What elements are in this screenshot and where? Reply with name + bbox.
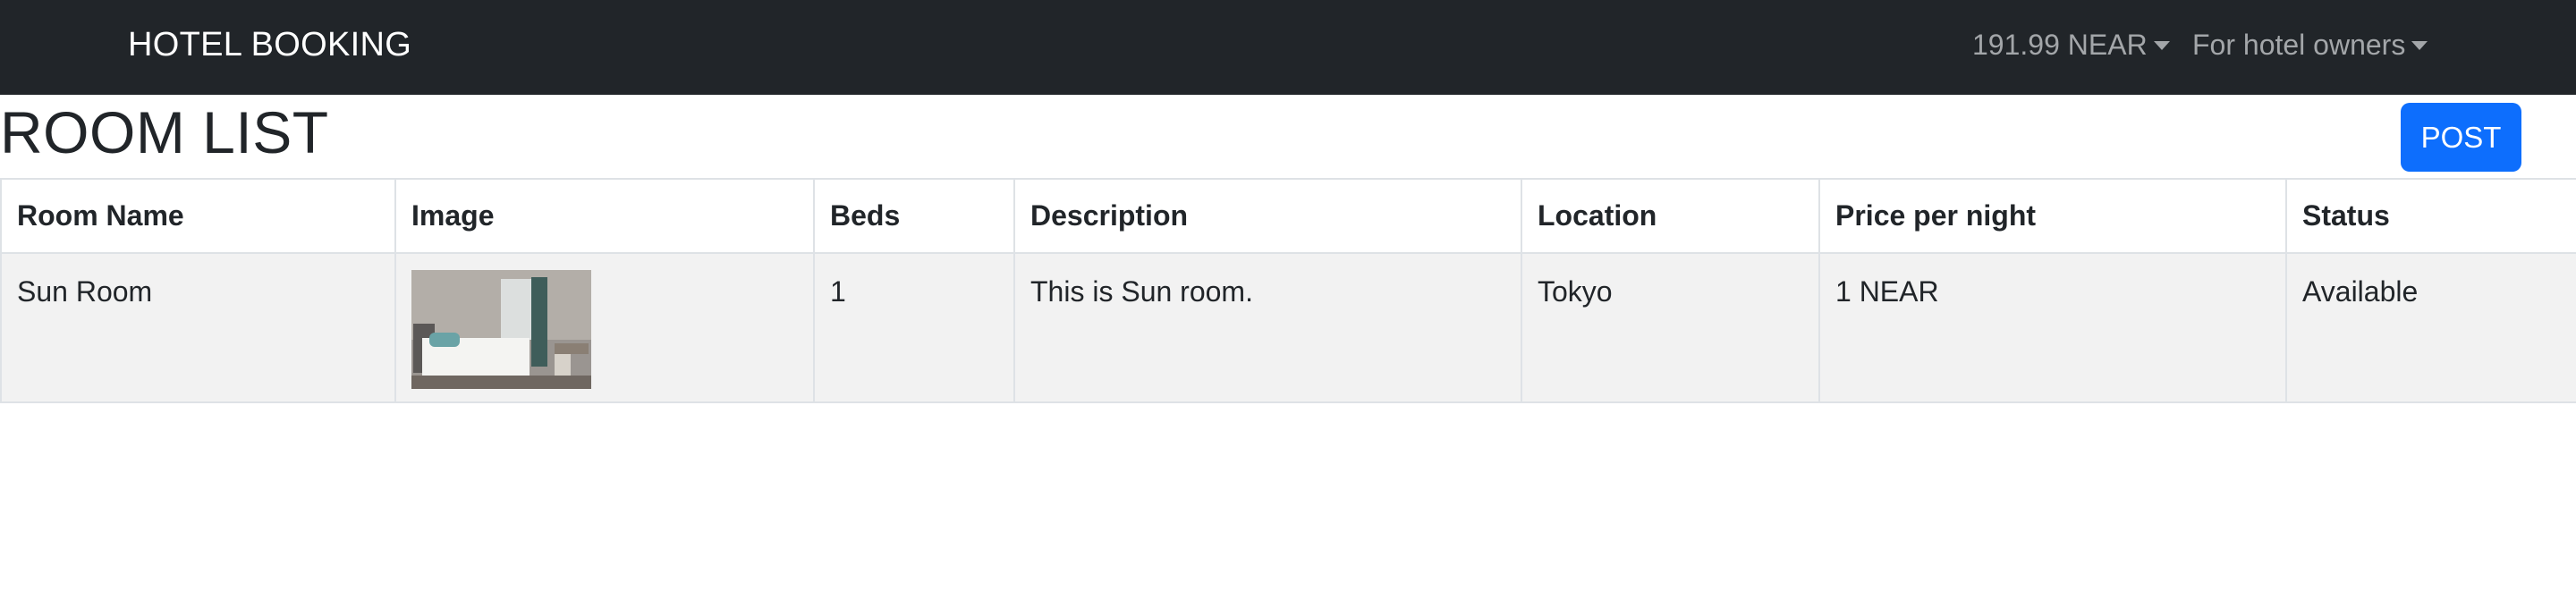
caret-down-icon [2411,41,2428,50]
hotel-owners-dropdown-label: For hotel owners [2192,29,2406,61]
header-status: Status [2285,178,2576,254]
post-button[interactable]: POST [2401,103,2521,172]
header-location: Location [1521,178,1820,254]
table-header-row: Room Name Image Beds Description Locatio… [0,178,2576,254]
header-description: Description [1013,178,1522,254]
cell-location: Tokyo [1521,252,1820,403]
cell-room-name: Sun Room [0,252,396,403]
hotel-owners-dropdown[interactable]: For hotel owners [2192,23,2428,66]
cell-beds: 1 [813,252,1015,403]
brand-link[interactable]: HOTEL BOOKING [128,23,411,66]
cell-status: Available [2285,252,2576,403]
header-price: Price per night [1818,178,2287,254]
page-title: ROOM LIST [0,99,329,165]
header-image: Image [394,178,815,254]
room-thumbnail-image [411,270,591,389]
cell-price: 1 NEAR [1818,252,2287,403]
header-beds: Beds [813,178,1015,254]
navbar: HOTEL BOOKING 191.99 NEAR For hotel owne… [0,0,2576,95]
table-row[interactable]: Sun Room 1 This is Sun room. Tokyo 1 NEA… [0,252,2576,403]
room-table: Room Name Image Beds Description Locatio… [0,178,2576,403]
header-room-name: Room Name [0,178,396,254]
caret-down-icon [2153,41,2170,50]
balance-dropdown-label: 191.99 NEAR [1972,29,2148,61]
cell-image [394,252,815,403]
balance-dropdown[interactable]: 191.99 NEAR [1972,23,2170,66]
cell-description: This is Sun room. [1013,252,1522,403]
